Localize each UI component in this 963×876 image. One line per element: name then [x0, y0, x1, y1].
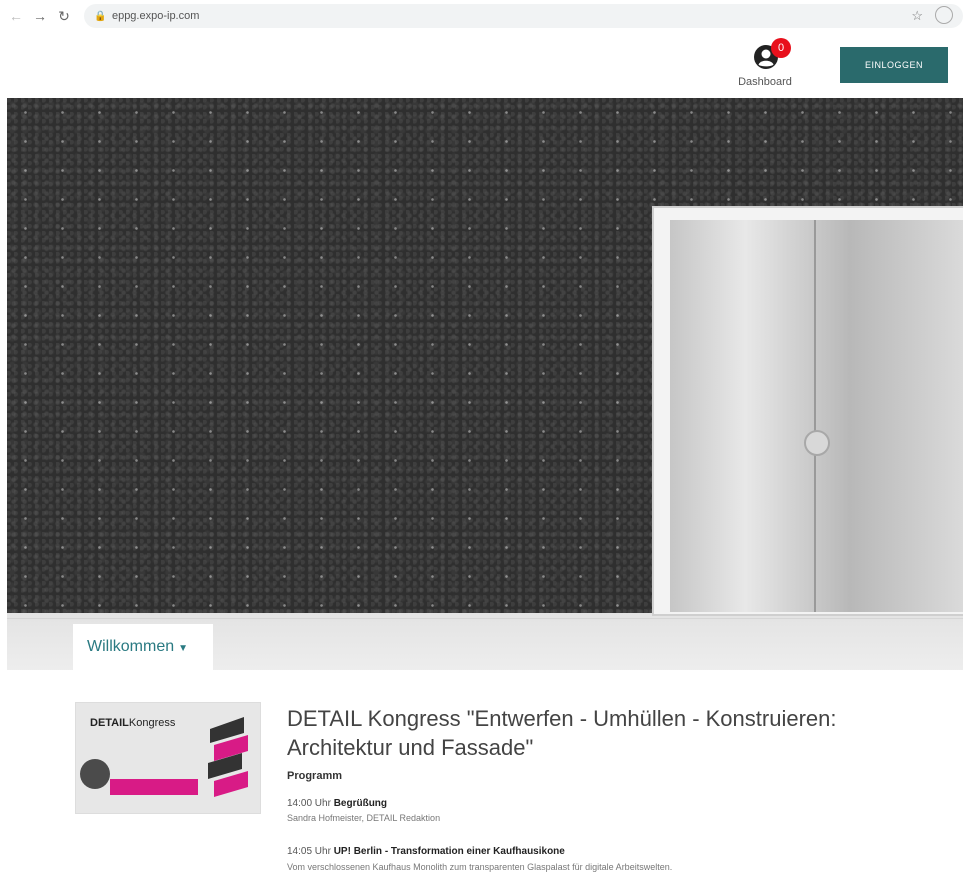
program-heading: Programm [287, 770, 343, 782]
notification-badge: 0 [771, 38, 791, 58]
thumbnail-strip [110, 779, 198, 795]
profile-icon[interactable] [935, 6, 953, 24]
building-graphic-icon [208, 717, 248, 797]
back-arrow-icon[interactable]: ← [6, 6, 26, 26]
thumbnail-badge [80, 759, 110, 789]
forward-arrow-icon[interactable]: → [30, 6, 50, 26]
browser-toolbar: ← → ↻ 🔒 eppg.expo-ip.com ☆ [0, 0, 963, 32]
chevron-down-icon: ▼ [178, 643, 189, 654]
hero-door [670, 220, 963, 612]
url-text: eppg.expo-ip.com [111, 10, 200, 22]
program-item-detail: Sandra Hofmeister, DETAIL Redaktion [287, 813, 441, 823]
program-item: 14:05 Uhr UP! Berlin - Transformation ei… [287, 846, 565, 857]
lock-icon: 🔒 [93, 10, 107, 22]
site-header: 0 Dashboard EINLOGGEN [0, 32, 963, 98]
login-button[interactable]: EINLOGGEN [840, 47, 948, 83]
reload-icon[interactable]: ↻ [54, 6, 74, 26]
thumbnail-logo: DETAILKongress [90, 717, 176, 729]
event-thumbnail[interactable]: DETAILKongress [75, 702, 261, 814]
hero-image [7, 98, 963, 670]
dashboard-label: Dashboard [738, 76, 792, 88]
address-bar[interactable]: 🔒 eppg.expo-ip.com [83, 4, 963, 28]
dashboard-link[interactable]: 0 Dashboard [730, 38, 800, 92]
program-item: 14:00 Uhr Begrüßung [287, 798, 388, 809]
hero-door-knob [804, 430, 830, 456]
event-title: DETAIL Kongress "Entwerfen - Umhüllen - … [287, 706, 837, 760]
bookmark-star-icon[interactable]: ☆ [911, 8, 923, 24]
welcome-label: Willkommen [87, 638, 175, 655]
welcome-dropdown[interactable]: Willkommen ▼ [73, 624, 213, 670]
program-item-detail: Vom verschlossenen Kaufhaus Monolith zum… [287, 862, 673, 872]
